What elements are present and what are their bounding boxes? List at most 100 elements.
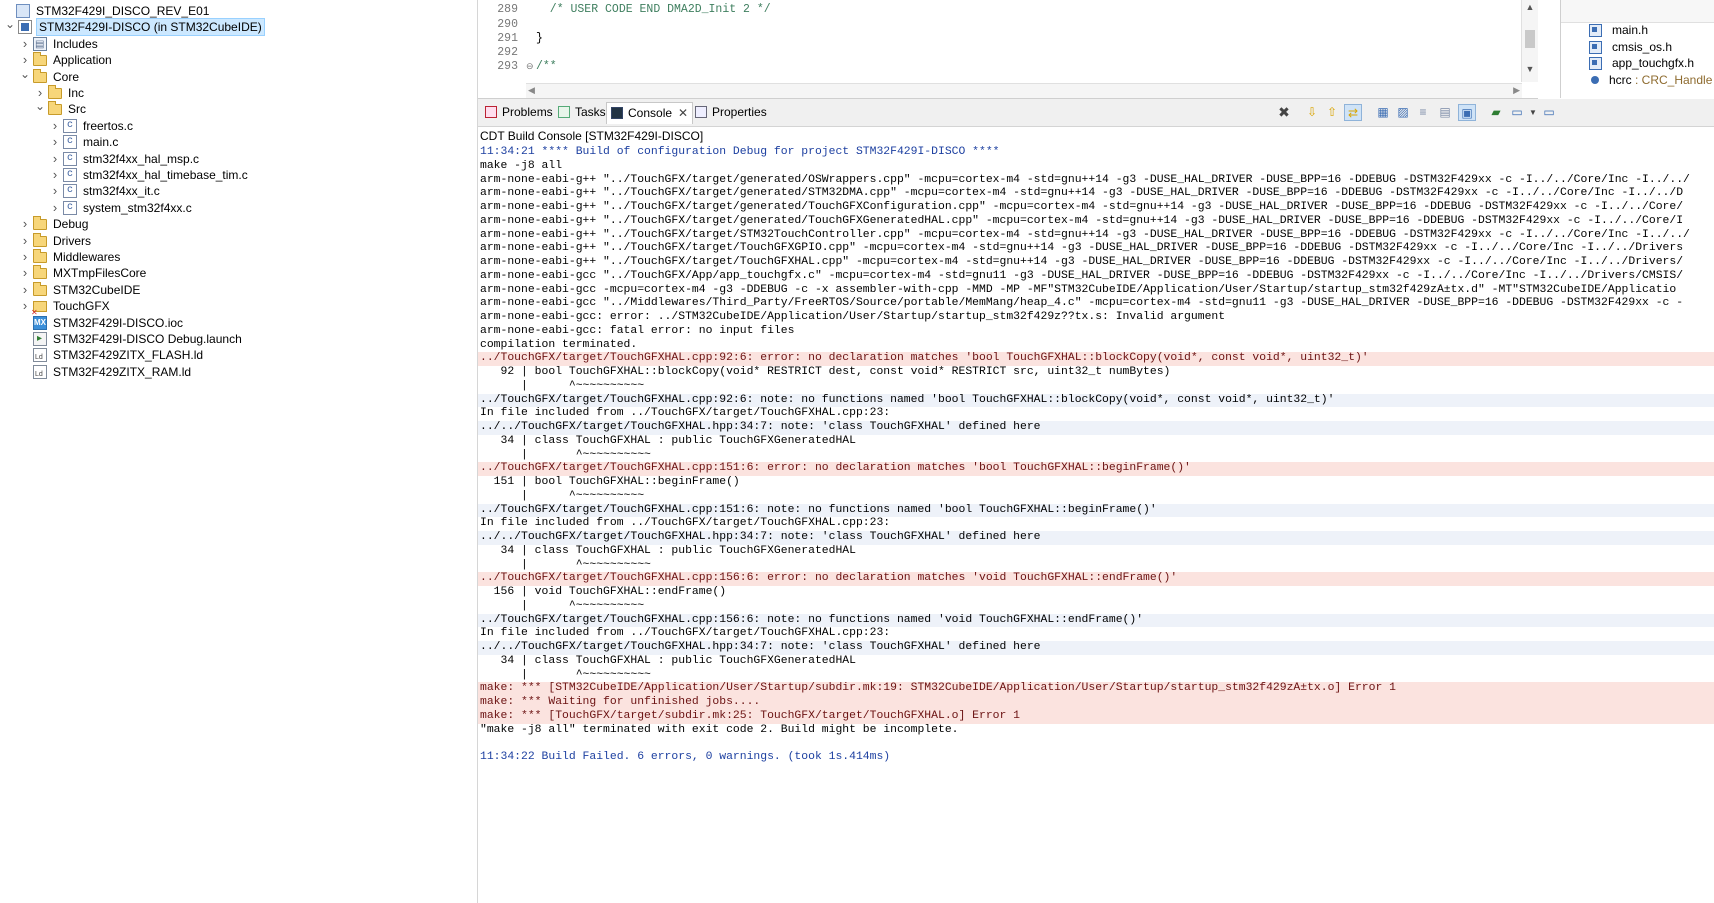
console-output[interactable]: 11:34:21 **** Build of configuration Deb… [478,146,1714,903]
tab-tasks[interactable]: Tasks [554,102,610,123]
close-icon[interactable]: ✕ [678,106,688,120]
tab-properties[interactable]: Properties [691,102,771,123]
console-error-line[interactable]: make: *** [STM32CubeIDE/Application/User… [478,682,1714,696]
tree-item[interactable]: › system_stm32f4xx.c [49,199,194,217]
console-error-line[interactable]: ../TouchGFX/target/TouchGFXHAL.cpp:92:6:… [478,352,1714,366]
folder-icon [33,52,47,67]
console-error-line[interactable]: make: *** [TouchGFX/target/subdir.mk:25:… [478,709,1714,724]
tree-item[interactable]: STM32F429I-DISCO.ioc [19,314,185,332]
chevron-down-icon[interactable]: ⌄ [4,18,16,30]
code-line[interactable]: 289 /* USER CODE END DMA2D_Init 2 */ [478,2,770,17]
tree-item[interactable]: STM32F429I_DISCO_REV_E01 [2,2,211,20]
tree-item[interactable]: › stm32f4xx_it.c [49,182,162,200]
chevron-right-icon[interactable]: › [19,35,31,53]
tab-problems[interactable]: Problems [481,102,557,123]
ide-project-icon [18,20,32,35]
tree-item[interactable]: ⌄ Core [19,68,81,86]
chevron-right-icon[interactable]: › [19,232,31,250]
line-number: 289 [497,3,518,16]
console-line[interactable]: ../../TouchGFX/target/TouchGFXHAL.hpp:34… [478,641,1714,655]
code-line[interactable]: 290 [478,17,536,32]
code-line[interactable]: 292 [478,45,536,60]
tree-item[interactable]: › freertos.c [49,117,135,135]
tree-item-label: STM32F429I-DISCO (in STM32CubeIDE) [36,18,265,37]
chevron-right-icon[interactable]: › [19,297,31,315]
outline-item[interactable]: main.h [1589,22,1648,39]
console-line[interactable]: ../../TouchGFX/target/TouchGFXHAL.hpp:34… [478,531,1714,545]
copy-icon[interactable]: ▨ [1394,104,1412,121]
tree-item[interactable]: STM32F429ZITX_FLASH.ld [19,346,205,367]
previous-error-icon[interactable]: ⇧ [1323,104,1341,121]
folder-icon [48,101,62,116]
chevron-down-icon[interactable]: ⌄ [34,100,46,112]
clear-console-icon[interactable]: ▤ [1436,104,1454,121]
chevron-right-icon[interactable]: › [19,264,31,282]
tree-item[interactable]: › Application [19,51,114,69]
code-line[interactable]: 291} [478,31,543,46]
editor-vertical-scrollbar[interactable]: ▲ ▼ [1521,0,1538,82]
outline-item[interactable]: app_touchgfx.h [1589,55,1694,72]
chevron-right-icon[interactable]: › [19,281,31,299]
console-error-line[interactable]: ../TouchGFX/target/TouchGFXHAL.cpp:156:6… [478,572,1714,586]
editor-horizontal-scrollbar[interactable]: ◀ ▶ [526,83,1522,98]
console-error-line[interactable]: make: *** Waiting for unfinished jobs...… [478,696,1714,710]
outline-item[interactable]: hcrc : CRC_Handle [1589,72,1712,89]
fold-collapse-icon[interactable]: ⊖ [526,60,536,75]
tree-item[interactable]: › Includes [19,35,100,54]
tree-item[interactable]: › stm32f4xx_hal_msp.c [49,150,201,168]
console-line[interactable]: ../TouchGFX/target/TouchGFXHAL.cpp:92:6:… [478,393,1714,408]
console-error-line[interactable]: ../TouchGFX/target/TouchGFXHAL.cpp:151:6… [478,462,1714,476]
tree-item[interactable]: STM32F429I-DISCO Debug.launch [19,330,244,348]
tree-item-label: Inc [68,86,85,100]
code-editor[interactable]: 289 /* USER CODE END DMA2D_Init 2 */290 2… [478,0,1538,99]
console-line: arm-none-eabi-gcc: fatal error: no input… [480,324,795,337]
console-line[interactable]: ../TouchGFX/target/TouchGFXHAL.cpp:151:6… [478,503,1714,518]
chevron-right-icon[interactable]: › [49,182,61,200]
code-line[interactable]: 293 ⊖/** [478,59,556,75]
scroll-up-icon[interactable]: ▲ [1522,2,1538,12]
tree-item[interactable]: › Drivers [19,232,93,250]
scroll-thumb[interactable] [1525,30,1535,48]
console-line[interactable]: ../../TouchGFX/target/TouchGFXHAL.hpp:34… [478,421,1714,435]
scroll-right-icon[interactable]: ▶ [1513,85,1520,96]
chevron-right-icon[interactable]: › [49,133,61,151]
tree-item[interactable]: STM32F429ZITX_RAM.ld [19,363,193,384]
next-error-icon[interactable]: ⇩ [1303,104,1321,121]
chevron-right-icon[interactable]: › [49,199,61,217]
console-line: 151 | bool TouchGFXHAL::beginFrame() [480,476,740,488]
scroll-lock-icon[interactable]: ▦ [1374,104,1392,121]
chevron-right-icon[interactable]: › [19,248,31,266]
launch-file-icon [33,330,47,348]
tree-item[interactable]: ⌄ STM32F429I-DISCO (in STM32CubeIDE) [4,18,265,37]
folder-icon [48,85,62,99]
display-console-icon[interactable]: ▰ [1487,104,1505,121]
show-error-icon[interactable]: ⇄ [1344,104,1362,121]
outline-item-label: hcrc [1609,72,1632,87]
chevron-right-icon[interactable]: › [49,117,61,135]
tab-console[interactable]: Console ✕ [606,102,694,124]
tree-item-label: Src [68,102,86,117]
pin-console-icon[interactable]: ▣ [1458,104,1476,121]
tree-item[interactable]: › STM32CubeIDE [19,281,142,299]
tree-item[interactable]: › Middlewares [19,248,122,266]
scroll-down-icon[interactable]: ▼ [1522,64,1538,74]
tree-item[interactable]: › stm32f4xx_hal_timebase_tim.c [49,166,250,184]
chevron-right-icon[interactable]: › [49,150,61,168]
tree-item[interactable]: › main.c [49,133,120,151]
tree-item[interactable]: › TouchGFX [19,297,112,322]
console-line: | ^~~~~~~~~~~ [480,558,651,571]
word-wrap-icon[interactable]: ≡ [1414,104,1432,121]
chevron-right-icon[interactable]: › [49,166,61,184]
tree-item[interactable]: ⌄ Src [34,100,88,118]
console-line: | ^~~~~~~~~~~ [480,668,651,681]
tree-item-label: Debug [53,217,89,232]
terminate-icon[interactable]: ✖ [1275,104,1293,121]
outline-item[interactable]: cmsis_os.h [1589,39,1672,56]
console-line[interactable]: ../TouchGFX/target/TouchGFXHAL.cpp:156:6… [478,613,1714,628]
scroll-left-icon[interactable]: ◀ [528,85,535,96]
chevron-down-icon[interactable]: ⌄ [19,68,31,80]
new-console-icon[interactable]: ▭ [1540,104,1558,121]
chevron-right-icon[interactable]: › [19,215,31,233]
tree-item[interactable]: › Debug [19,215,90,233]
tree-item[interactable]: › MXTmpFilesCore [19,264,148,282]
